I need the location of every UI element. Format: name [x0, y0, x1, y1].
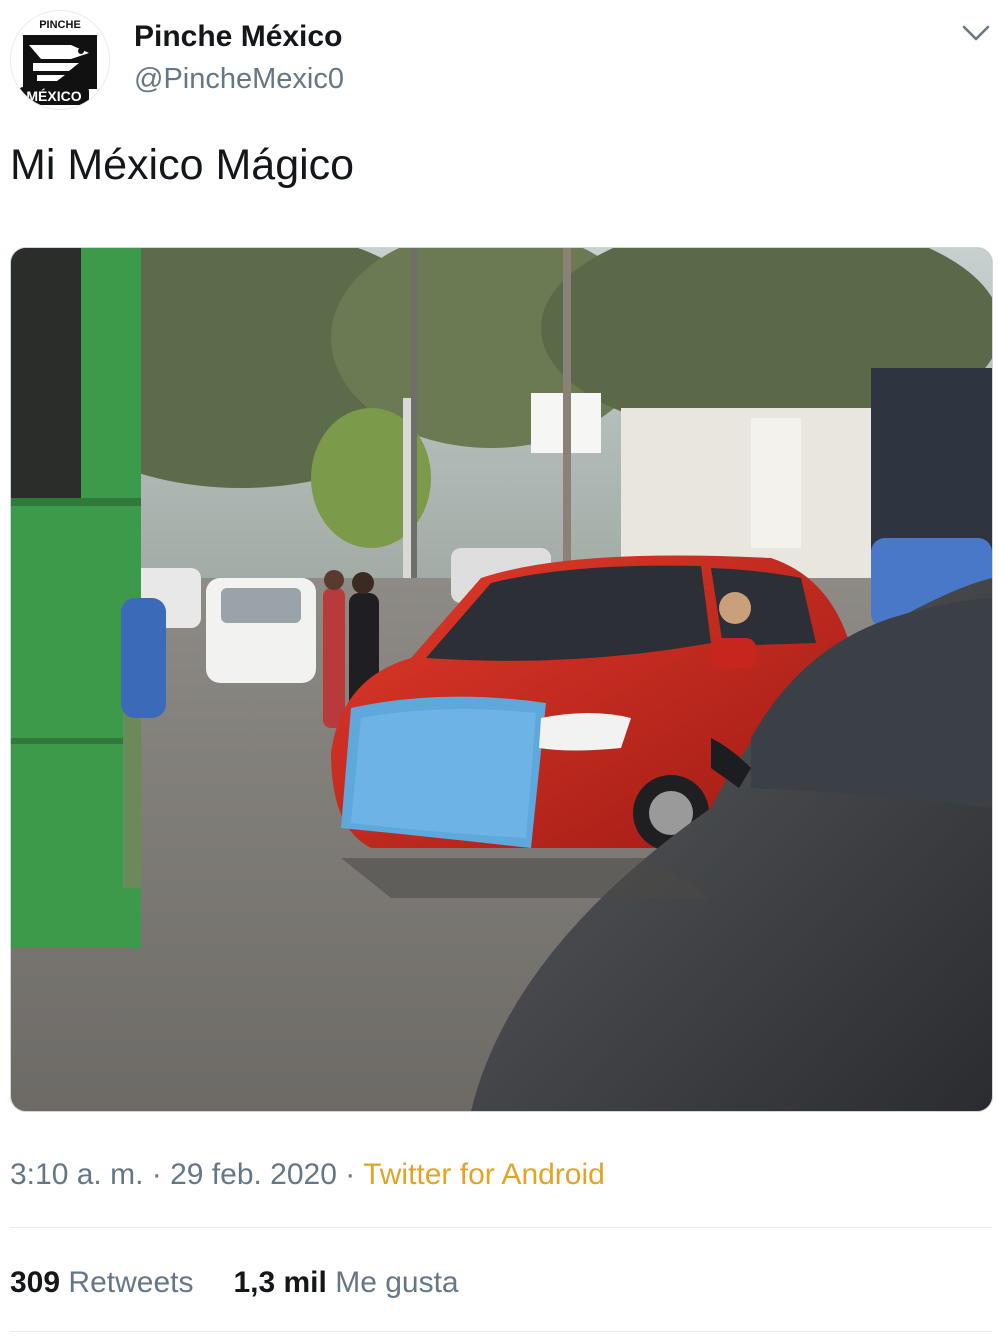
tweet-meta: 3:10 a. m. · 29 feb. 2020 · Twitter for …	[10, 1152, 605, 1198]
divider	[10, 1331, 992, 1332]
likes-count: 1,3 mil	[233, 1266, 327, 1299]
likes-label: Me gusta	[335, 1266, 459, 1299]
divider	[10, 1227, 992, 1228]
meta-separator: ·	[345, 1158, 356, 1191]
retweets-label: Retweets	[68, 1266, 194, 1299]
tweet-source-link[interactable]: Twitter for Android	[363, 1158, 605, 1191]
chevron-down-icon[interactable]	[958, 18, 994, 48]
street-photo-illustration	[11, 248, 992, 1111]
user-handle[interactable]: @PincheMexic0	[134, 60, 344, 98]
retweets-stat[interactable]: 309 Retweets	[10, 1266, 193, 1299]
meta-separator: ·	[151, 1158, 162, 1191]
tweet-stats: 309 Retweets 1,3 mil Me gusta	[10, 1260, 459, 1306]
avatar[interactable]: PINCHE MÉXICO	[10, 10, 110, 110]
tweet-time[interactable]: 3:10 a. m.	[10, 1158, 143, 1191]
avatar-bottom-text: MÉXICO	[26, 88, 81, 104]
avatar-top-text: PINCHE	[39, 19, 81, 31]
retweets-count: 309	[10, 1266, 61, 1299]
display-name[interactable]: Pinche México	[134, 18, 342, 56]
tweet-card: PINCHE MÉXICO Pinche México @PincheMexic…	[0, 0, 1002, 1338]
avatar-logo: PINCHE MÉXICO	[11, 11, 109, 109]
tweet-text: Mi México Mágico	[10, 141, 355, 189]
tweet-date[interactable]: 29 feb. 2020	[170, 1158, 337, 1191]
likes-stat[interactable]: 1,3 mil Me gusta	[233, 1266, 458, 1299]
tweet-photo[interactable]	[10, 247, 993, 1112]
